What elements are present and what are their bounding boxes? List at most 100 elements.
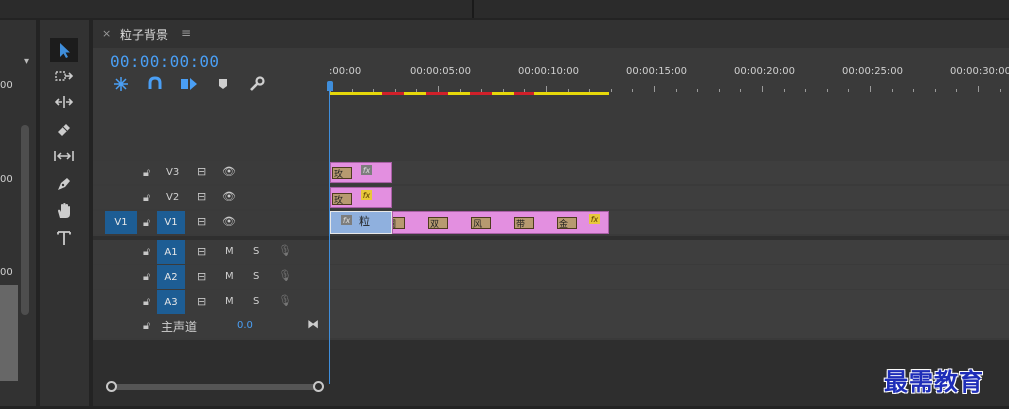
lock-icon[interactable]: 🔓︎ [143,245,150,259]
mute-button[interactable]: M [225,246,234,257]
panel-divider [472,0,474,18]
lock-icon[interactable]: 🔓︎ [143,216,150,230]
master-volume-value[interactable]: 0.0 [237,320,253,331]
ruler-label: 00:00:25:00 [842,66,904,77]
track-lane-a3[interactable] [329,290,1009,314]
pen-tool[interactable] [50,172,78,196]
sync-lock-icon[interactable]: ⊟ [197,215,206,228]
linked-selection-icon[interactable] [179,74,199,94]
selection-tool[interactable] [50,38,78,62]
source-patch-v1[interactable]: V1 [105,211,137,234]
type-icon [57,231,71,245]
track-lane-v2[interactable] [329,186,1009,209]
eye-icon[interactable]: 👁︎ [222,190,236,203]
add-marker-icon[interactable] [213,74,233,94]
clip-thumbnail: 带 [514,217,534,229]
ripple-edit-tool[interactable] [50,90,78,114]
track-lane-a2[interactable] [329,265,1009,289]
render-bar-red [426,92,448,95]
pen-icon [58,178,70,190]
playhead-timecode[interactable]: 00:00:00:00 [110,52,219,71]
clip-v3[interactable]: 玫 fx [330,162,392,183]
master-track-header: 🔓︎ 主声道 0.0 ⧓ [93,314,329,338]
nest-toggle-icon[interactable] [111,74,131,94]
lock-icon[interactable]: 🔓︎ [143,319,150,333]
clip-thumbnail: 金 [557,217,577,229]
track-target-a2[interactable]: A2 [157,265,185,289]
dropdown-icon[interactable]: ▾ [24,56,29,67]
track-target-a3[interactable]: A3 [157,290,185,314]
type-tool[interactable] [50,226,78,250]
eye-icon[interactable]: 👁︎ [222,215,236,228]
eye-icon[interactable]: 👁︎ [222,165,236,178]
solo-button[interactable]: S [253,296,259,307]
timeline-zoom-scrollbar[interactable] [112,384,319,390]
track-lane-master[interactable] [329,314,1009,338]
track-select-icon [55,71,74,81]
selection-arrow-icon [60,43,70,58]
clip-thumbnail: 风 [471,217,491,229]
sync-lock-icon[interactable]: ⊟ [197,295,206,308]
hand-tool[interactable] [50,199,78,223]
lock-icon[interactable]: 🔓︎ [143,270,150,284]
track-name[interactable]: V3 [166,167,179,178]
microphone-icon[interactable]: 🎙︎ [278,244,292,257]
hand-icon [58,203,70,218]
render-bar-red [382,92,404,95]
mute-button[interactable]: M [225,296,234,307]
clip-name: 粒 [359,215,370,228]
clip-thumbnail: 玫 [332,193,352,205]
playhead-line[interactable] [329,88,330,384]
zoom-handle-left[interactable] [106,381,117,392]
slip-icon [54,151,74,161]
zoom-handle-right[interactable] [313,381,324,392]
snap-icon[interactable] [145,74,165,94]
ruler-label: 00:00:15:00 [626,66,688,77]
clip-v2[interactable]: 玫 fx [330,187,392,208]
watermark-logo: 最需教育 [884,367,984,396]
left-ruler-number: 00 [0,174,13,185]
wrench-icon[interactable] [247,74,267,94]
lock-icon[interactable]: 🔓︎ [143,295,150,309]
track-header-a2: 🔓︎ A2 ⊟ M S 🎙︎ [93,265,329,289]
render-bar-red [470,92,492,95]
track-name[interactable]: V2 [166,192,179,203]
track-header-a1: 🔓︎ A1 ⊟ M S 🎙︎ [93,240,329,264]
ruler-label: 00:00:20:00 [734,66,796,77]
fx-badge: fx [589,214,600,224]
left-panel-scrollbar[interactable] [21,125,29,315]
sync-lock-icon[interactable]: ⊟ [197,190,206,203]
track-lane-a1[interactable] [329,240,1009,264]
clip-thumbnail: 玫 [332,167,352,179]
lock-icon[interactable]: 🔓︎ [143,191,150,205]
sync-lock-icon[interactable]: ⊟ [197,245,206,258]
microphone-icon[interactable]: 🎙︎ [278,269,292,282]
panel-menu-icon[interactable]: ≡ [181,26,191,40]
playhead-handle[interactable] [327,81,333,91]
track-header-a3: 🔓︎ A3 ⊟ M S 🎙︎ [93,290,329,314]
sequence-tab-title[interactable]: 粒子背景 [120,26,168,43]
track-header-v2: 🔓︎ V2 ⊟ 👁︎ [93,186,329,209]
track-lane-v3[interactable] [329,161,1009,184]
track-select-tool[interactable] [50,64,78,88]
sync-lock-icon[interactable]: ⊟ [197,270,206,283]
go-to-end-icon[interactable]: ⧓ [307,317,319,331]
solo-button[interactable]: S [253,246,259,257]
close-icon[interactable]: × [102,27,111,40]
sync-lock-icon[interactable]: ⊟ [197,165,206,178]
ruler-label: 00:00:05:00 [410,66,472,77]
microphone-icon[interactable]: 🎙︎ [278,294,292,307]
razor-tool[interactable] [50,117,78,141]
timeline-empty-area [329,100,1009,160]
ripple-edit-icon [54,96,74,108]
clip-v1-selected[interactable]: fx 粒 [330,211,392,234]
slip-tool[interactable] [50,144,78,168]
fx-badge: fx [341,215,352,225]
monitor-preview-area [0,285,18,381]
clip-v1-main[interactable]: 圆 双 风 带 金 fx [392,211,609,234]
solo-button[interactable]: S [253,271,259,282]
track-target-v1[interactable]: V1 [157,211,185,234]
lock-icon[interactable]: 🔓︎ [143,166,150,180]
mute-button[interactable]: M [225,271,234,282]
track-target-a1[interactable]: A1 [157,240,185,264]
